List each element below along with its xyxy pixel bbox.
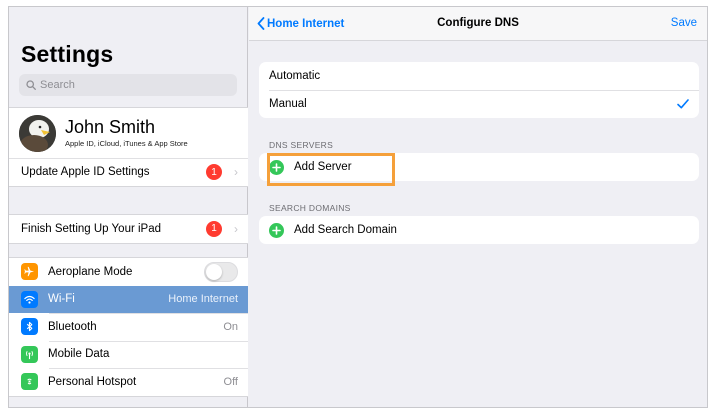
search-icon — [26, 80, 36, 90]
sidebar-item-label: Wi-Fi — [48, 293, 75, 306]
notification-badge: 1 — [206, 220, 222, 237]
search-placeholder: Search — [40, 79, 75, 91]
airplane-icon — [21, 263, 38, 281]
detail-pane: Home Internet Configure DNS Save Automat… — [249, 7, 707, 407]
app-window: Settings Search John Smith Apple ID, iCl… — [8, 6, 708, 408]
update-apple-id-row[interactable]: Update Apple ID Settings 1 › — [9, 158, 248, 186]
aeroplane-mode-toggle[interactable] — [204, 261, 238, 282]
chevron-right-icon: › — [234, 221, 238, 236]
update-apple-id-label: Update Apple ID Settings — [21, 166, 150, 179]
add-icon — [269, 159, 284, 175]
dns-mode-card: Automatic Manual — [259, 62, 699, 118]
sidebar-item-aeroplane-mode[interactable]: Aeroplane Mode — [9, 258, 248, 286]
add-icon — [269, 222, 284, 238]
sidebar-item-label: Aeroplane Mode — [48, 265, 133, 278]
settings-sidebar: Settings Search John Smith Apple ID, iCl… — [9, 7, 248, 407]
sidebar-item-label: Personal Hotspot — [48, 375, 137, 388]
profile-name: John Smith — [65, 117, 156, 137]
avatar — [19, 114, 56, 152]
finish-setup-label: Finish Setting Up Your iPad — [21, 222, 162, 235]
sidebar-title: Settings — [21, 41, 114, 67]
page-title: Configure DNS — [437, 17, 519, 29]
sidebar-item-label: Bluetooth — [48, 320, 97, 333]
dns-servers-header: DNS SERVERS — [269, 140, 334, 150]
sidebar-item-bluetooth[interactable]: Bluetooth On — [9, 313, 248, 341]
finish-setup-row[interactable]: Finish Setting Up Your iPad 1 › — [9, 215, 248, 243]
profile-subtitle: Apple ID, iCloud, iTunes & App Store — [65, 139, 188, 148]
wifi-network-value: Home Internet — [168, 293, 238, 306]
antenna-icon — [21, 345, 38, 363]
search-domains-card: Add Search Domain — [259, 216, 699, 244]
chevron-right-icon: › — [234, 165, 238, 180]
bluetooth-value: On — [223, 320, 238, 333]
setup-group: Finish Setting Up Your iPad 1 › — [9, 214, 248, 244]
search-input[interactable]: Search — [19, 74, 237, 96]
dns-servers-card: Add Server — [259, 153, 699, 181]
add-server-button[interactable]: Add Server — [259, 153, 699, 181]
navigation-bar: Home Internet Configure DNS Save — [249, 7, 707, 41]
personal-hotspot-value: Off — [223, 375, 238, 388]
wifi-icon — [21, 290, 38, 308]
mode-option-automatic[interactable]: Automatic — [259, 62, 699, 90]
notification-badge: 1 — [206, 164, 222, 181]
sidebar-item-label: Mobile Data — [48, 348, 110, 361]
account-group: John Smith Apple ID, iCloud, iTunes & Ap… — [9, 107, 248, 187]
mode-option-label: Manual — [269, 98, 307, 110]
bluetooth-icon — [21, 318, 38, 336]
mode-option-label: Automatic — [269, 70, 321, 82]
sidebar-item-mobile-data[interactable]: Mobile Data — [9, 340, 248, 369]
sidebar-item-wifi[interactable]: Wi-Fi Home Internet — [9, 285, 248, 313]
add-search-domain-button[interactable]: Add Search Domain — [259, 216, 699, 244]
save-button[interactable]: Save — [671, 17, 697, 29]
sidebar-item-personal-hotspot[interactable]: Personal Hotspot Off — [9, 368, 248, 396]
search-domains-header: SEARCH DOMAINS — [269, 203, 351, 213]
add-server-label: Add Server — [294, 161, 352, 173]
profile-row[interactable]: John Smith Apple ID, iCloud, iTunes & Ap… — [9, 108, 248, 158]
connectivity-group: Aeroplane Mode Wi-Fi Home Internet Bluet… — [9, 257, 248, 397]
hotspot-icon — [21, 373, 38, 391]
checkmark-icon — [677, 99, 689, 109]
add-search-domain-label: Add Search Domain — [294, 224, 397, 236]
mode-option-manual[interactable]: Manual — [259, 90, 699, 118]
